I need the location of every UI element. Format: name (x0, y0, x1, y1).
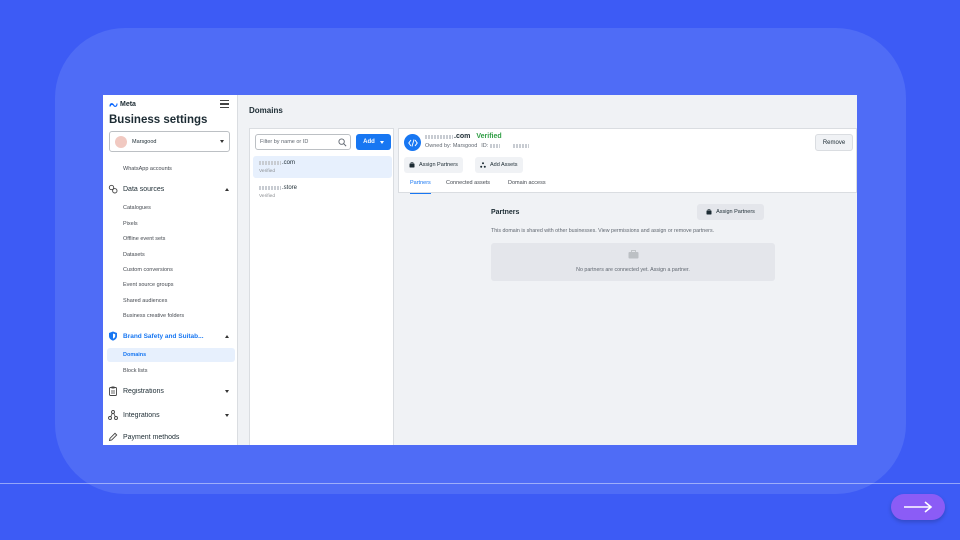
add-button[interactable]: Add (356, 134, 391, 150)
chevron-down-icon (225, 389, 229, 393)
empty-state: No partners are connected yet. Assign a … (491, 243, 775, 281)
partners-title: Partners (491, 209, 520, 216)
redacted-text (259, 161, 281, 165)
domain-name: .store (259, 185, 392, 191)
sidebar-section-data-sources[interactable]: Data sources (108, 182, 229, 196)
domain-list-item[interactable]: .store Verified (253, 181, 392, 203)
briefcase-icon (628, 250, 639, 259)
domain-suffix: .com (282, 160, 296, 166)
sidebar-item-domains[interactable]: Domains (107, 348, 235, 362)
sidebar-item-business-creative-folders[interactable]: Business creative folders (123, 313, 184, 319)
sidebar-section-payment-methods[interactable]: Payment methods (108, 430, 229, 444)
add-assets-label: Add Assets (490, 162, 518, 168)
pencil-icon (108, 432, 118, 442)
empty-state-text: No partners are connected yet. Assign a … (576, 267, 690, 273)
tab-domain-access[interactable]: Domain access (508, 180, 546, 194)
section-title: Domains (249, 106, 283, 115)
chevron-down-icon (225, 413, 229, 417)
sidebar-section-integrations[interactable]: Integrations (108, 408, 229, 422)
detail-header: .com Verified Owned by: Marsgood ID: Rem… (398, 128, 857, 194)
sidebar-item-custom-conversions[interactable]: Custom conversions (123, 267, 173, 273)
filter-input[interactable]: Filter by name or ID (255, 134, 351, 150)
owner-line: Owned by: Marsgood ID: (425, 143, 530, 149)
tab-connected-assets[interactable]: Connected assets (446, 180, 490, 194)
add-button-label: Add (363, 139, 375, 145)
chevron-down-icon (220, 140, 224, 143)
filter-placeholder: Filter by name or ID (260, 139, 309, 145)
redacted-text (259, 186, 281, 190)
assign-partners-label: Assign Partners (419, 162, 458, 168)
search-icon (338, 138, 347, 147)
integrations-icon (108, 410, 118, 420)
sidebar: Meta Business settings Marsgood WhatsApp… (103, 95, 238, 445)
chevron-up-icon (225, 187, 229, 191)
sidebar-item-label: Brand Safety and Suitab... (123, 332, 204, 340)
redacted-text (490, 144, 501, 148)
sidebar-item-event-source-groups[interactable]: Event source groups (123, 282, 173, 288)
assign-partners-button[interactable]: Assign Partners (404, 157, 463, 173)
assign-partners-secondary-button[interactable]: Assign Partners (697, 204, 764, 220)
menu-icon[interactable] (220, 100, 229, 108)
sidebar-item-label: Data sources (123, 185, 165, 193)
add-assets-button[interactable]: Add Assets (475, 157, 523, 173)
sidebar-item-pixels[interactable]: Pixels (123, 221, 138, 227)
domain-suffix: .store (282, 185, 298, 191)
divider-line (0, 483, 960, 484)
domain-list-panel: Filter by name or ID Add .com Verified .… (249, 128, 394, 445)
sidebar-item-block-lists[interactable]: Block lists (123, 368, 147, 374)
briefcase-icon (409, 162, 415, 168)
domain-detail-panel: .com Verified Owned by: Marsgood ID: Rem… (398, 128, 857, 445)
redacted-text (513, 144, 530, 148)
chevron-down-icon (379, 140, 384, 144)
partners-section: Partners Assign Partners This domain is … (486, 204, 776, 284)
remove-button[interactable]: Remove (815, 134, 853, 151)
verified-badge: Verified (476, 133, 502, 140)
id-label: ID: (481, 143, 489, 149)
assign-partners-label: Assign Partners (716, 209, 755, 215)
meta-logo: Meta (109, 101, 136, 108)
owner-label: Owned by: Marsgood (425, 143, 478, 149)
domain-status: Verified (259, 194, 275, 199)
redacted-text (425, 134, 453, 139)
sidebar-section-brand-safety[interactable]: Brand Safety and Suitab... (108, 329, 229, 343)
content-header: Domains (239, 95, 857, 127)
chevron-up-icon (225, 334, 229, 338)
page-title: Business settings (109, 114, 208, 126)
domain-title-suffix: .com (454, 133, 471, 140)
next-arrow-button[interactable] (891, 494, 945, 520)
data-sources-icon (108, 184, 118, 194)
sidebar-item-shared-audiences[interactable]: Shared audiences (123, 298, 167, 304)
brand-name: Meta (120, 101, 136, 108)
sidebar-section-registrations[interactable]: Registrations (108, 384, 229, 398)
partners-description: This domain is shared with other busines… (491, 228, 715, 234)
assets-icon (480, 162, 486, 168)
tab-partners[interactable]: Partners (410, 180, 431, 194)
sidebar-item-label: Payment methods (123, 433, 180, 441)
domain-title: .com Verified (425, 133, 502, 140)
sidebar-item-label: Integrations (123, 411, 160, 419)
shield-icon (108, 331, 118, 341)
clipboard-icon (108, 386, 118, 396)
briefcase-icon (706, 209, 712, 215)
business-settings-screenshot: Meta Business settings Marsgood WhatsApp… (103, 95, 857, 445)
sidebar-item-whatsapp-accounts[interactable]: WhatsApp accounts (123, 166, 172, 172)
sidebar-item-label: Registrations (123, 387, 164, 395)
sidebar-item-catalogues[interactable]: Catalogues (123, 205, 151, 211)
domain-status: Verified (259, 169, 275, 174)
arrow-right-icon (904, 501, 933, 513)
code-icon (404, 134, 421, 151)
account-name: Marsgood (132, 138, 157, 145)
meta-infinity-icon (109, 102, 118, 107)
domain-name: .com (259, 160, 392, 166)
sidebar-item-datasets[interactable]: Datasets (123, 252, 145, 258)
domain-list-item[interactable]: .com Verified (253, 156, 392, 178)
avatar (115, 135, 127, 148)
account-selector[interactable]: Marsgood (109, 131, 230, 152)
sidebar-item-offline-event-sets[interactable]: Offline event sets (123, 236, 165, 242)
